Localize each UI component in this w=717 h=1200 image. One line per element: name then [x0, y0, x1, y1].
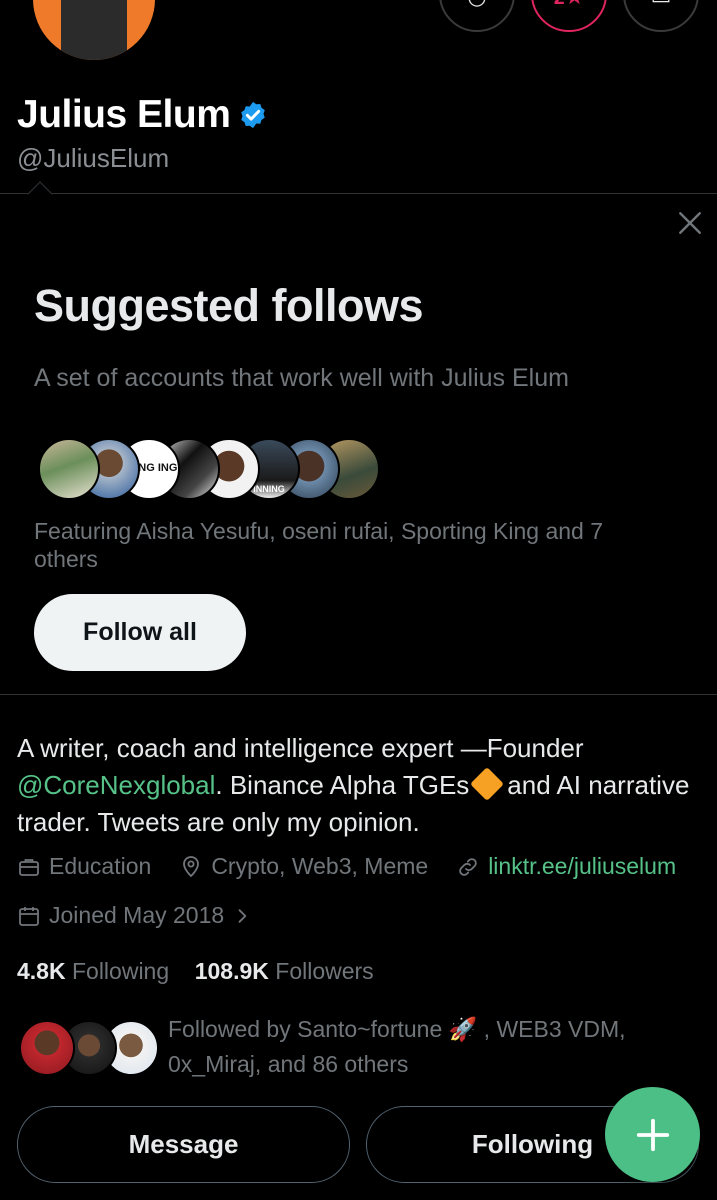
bio-mention-link[interactable]: @CoreNexglobal	[17, 770, 215, 800]
link-icon	[459, 857, 477, 876]
message-button[interactable]: Message	[17, 1106, 350, 1183]
joined-text: Joined May 2018	[49, 902, 225, 928]
close-icon[interactable]	[677, 210, 703, 236]
category-text: Education	[49, 853, 152, 879]
notifications-button[interactable]: ◡	[439, 0, 515, 32]
suggested-avatars[interactable]: RTING ING INNING	[38, 438, 398, 500]
briefcase-icon	[19, 858, 39, 876]
follow-stats: 4.8K Following 108.9K Followers	[17, 958, 374, 985]
plus-icon	[636, 1118, 669, 1151]
bio-text: A writer, coach and intelligence expert …	[17, 733, 584, 763]
following-label: Following	[71, 958, 170, 984]
followed-by-line: 0x_Miraj, and 86 others	[168, 1051, 409, 1077]
suggested-avatar	[38, 438, 100, 500]
followers-label: Followers	[275, 958, 374, 984]
profile-bio: A writer, coach and intelligence expert …	[17, 730, 697, 841]
divider	[0, 694, 717, 695]
followers-count: 108.9K	[194, 958, 269, 984]
location-item: Crypto, Web3, Meme	[179, 853, 428, 880]
followed-by-text[interactable]: Followed by Santo~fortune 🚀 , WEB3 VDM, …	[168, 1012, 688, 1082]
website-link[interactable]: linktr.ee/juliuselum	[488, 853, 676, 880]
profile-handle: @JuliusElum	[17, 143, 170, 173]
joined-item[interactable]: Joined May 2018	[17, 902, 252, 929]
profile-name: Julius Elum	[17, 93, 231, 136]
verified-badge-icon[interactable]	[238, 100, 268, 130]
location-pin-icon	[183, 855, 200, 877]
featuring-text: Featuring Aisha Yesufu, oseni rufai, Spo…	[34, 518, 604, 572]
chevron-right-icon	[238, 908, 247, 923]
bio-text: . Binance Alpha TGEs	[215, 770, 470, 800]
subscribe-button[interactable]: z★	[531, 0, 607, 32]
bell-icon: ◡	[441, 0, 513, 8]
orange-diamond-icon	[470, 767, 505, 801]
follower-avatar	[19, 1020, 75, 1076]
more-button[interactable]: ▭	[623, 0, 699, 32]
profile-meta: Education Crypto, Web3, Meme linktr.ee/j…	[17, 853, 676, 880]
calendar-icon	[19, 906, 39, 926]
avatar-torso	[61, 0, 127, 60]
location-text: Crypto, Web3, Meme	[211, 853, 429, 879]
category-item: Education	[17, 853, 151, 880]
followers-stat[interactable]: 108.9K Followers	[195, 958, 374, 984]
compose-button[interactable]	[605, 1087, 700, 1182]
followed-by-avatars[interactable]	[19, 1020, 159, 1078]
follow-all-button[interactable]: Follow all	[34, 594, 246, 671]
divider	[0, 193, 717, 194]
following-count: 4.8K	[17, 958, 66, 984]
suggested-follows-subtitle: A set of accounts that work well with Ju…	[34, 364, 569, 392]
website-item[interactable]: linktr.ee/juliuselum	[456, 853, 676, 880]
popover-notch	[27, 181, 53, 207]
name-row: Julius Elum	[17, 93, 268, 137]
suggested-follows-title: Suggested follows	[34, 280, 424, 331]
profile-avatar[interactable]	[33, 0, 155, 60]
more-icon: ▭	[625, 0, 697, 8]
following-stat[interactable]: 4.8K Following	[17, 958, 169, 984]
star-icon: z★	[533, 0, 605, 8]
followed-by-line: Followed by Santo~fortune 🚀 , WEB3 VDM,	[168, 1016, 626, 1042]
joined-row[interactable]: Joined May 2018	[17, 902, 280, 929]
